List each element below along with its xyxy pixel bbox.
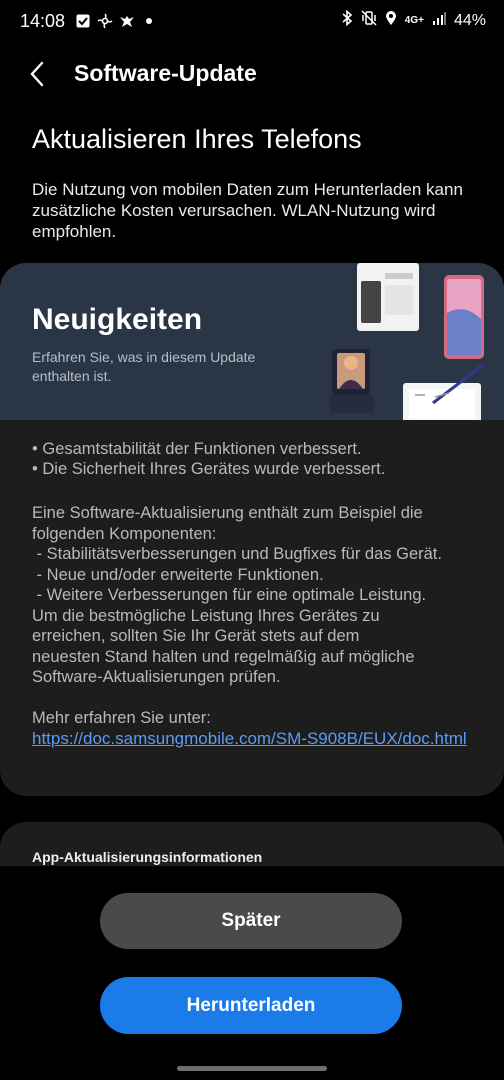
- app-update-info-label: App-Aktualisierungsinformationen: [32, 849, 263, 865]
- description-line: folgenden Komponenten:: [32, 524, 217, 543]
- vibrate-icon: [361, 10, 377, 31]
- download-button[interactable]: Herunterladen: [100, 977, 402, 1034]
- update-heading: Aktualisieren Ihres Telefons: [32, 124, 362, 154]
- description-line: Eine Software-Aktualisierung enthält zum…: [32, 504, 423, 522]
- documentation-link[interactable]: https://doc.samsungmobile.com/SM-S908B/E…: [32, 729, 472, 750]
- status-right: 4G+ 44%: [341, 9, 486, 31]
- app-bar: Software-Update: [0, 52, 504, 96]
- network-type: 4G+: [404, 15, 424, 26]
- description-line: - Stabilitätsverbesserungen und Bugfixes…: [32, 545, 442, 563]
- back-button[interactable]: [22, 56, 52, 92]
- description-line: Um die bestmögliche Leistung Ihres Gerät…: [32, 606, 380, 625]
- description-line: neuesten Stand halten und regelmäßig auf…: [32, 647, 415, 666]
- description-line: - Weitere Verbesserungen für eine optima…: [32, 586, 427, 604]
- update-details-card[interactable]: Neuigkeiten Erfahren Sie, was in diesem …: [0, 263, 504, 796]
- page-title: Software-Update: [74, 60, 257, 86]
- more-info-label: Mehr erfahren Sie unter:: [32, 709, 211, 727]
- banner-title: Neuigkeiten: [32, 303, 203, 336]
- gesture-nav-bar[interactable]: [177, 1066, 327, 1071]
- status-time: 14:08: [20, 11, 66, 31]
- signal-icon: [432, 11, 446, 30]
- whats-new-banner: Neuigkeiten Erfahren Sie, was in diesem …: [0, 263, 504, 420]
- banner-subtitle: Erfahren Sie, was in diesem Update entha…: [32, 349, 256, 384]
- more-info: Mehr erfahren Sie unter: https://doc.sam…: [32, 708, 477, 749]
- data-usage-notice: Die Nutzung von mobilen Daten zum Herunt…: [32, 180, 463, 241]
- dot-icon: [140, 12, 158, 30]
- list-item: • Die Sicherheit Ihres Gerätes wurde ver…: [32, 460, 386, 478]
- location-icon: [385, 10, 397, 31]
- status-bar: 14:08 4G+ 44%: [0, 0, 504, 42]
- list-item: • Gesamtstabilität der Funktionen verbes…: [32, 440, 362, 458]
- bird-icon: [118, 12, 136, 30]
- battery-percent: 44%: [453, 11, 486, 29]
- app-update-info-card[interactable]: App-Aktualisierungsinformationen: [0, 822, 504, 866]
- description-line: Software-Aktualisierungen prüfen.: [32, 668, 281, 686]
- check-box-icon: [74, 12, 92, 30]
- description-line: - Neue und/oder erweiterte Funktionen.: [32, 565, 324, 584]
- update-description: Eine Software-Aktualisierung enthält zum…: [32, 503, 477, 688]
- pinwheel-icon: [96, 12, 114, 30]
- chevron-left-icon: [30, 61, 44, 87]
- devices-illustration: [330, 263, 484, 420]
- description-line: erreichen, sollten Sie Ihr Gerät stets a…: [32, 627, 360, 645]
- changes-list: • Gesamtstabilität der Funktionen verbes…: [32, 439, 477, 479]
- later-button[interactable]: Später: [100, 893, 402, 949]
- bluetooth-icon: [341, 9, 353, 31]
